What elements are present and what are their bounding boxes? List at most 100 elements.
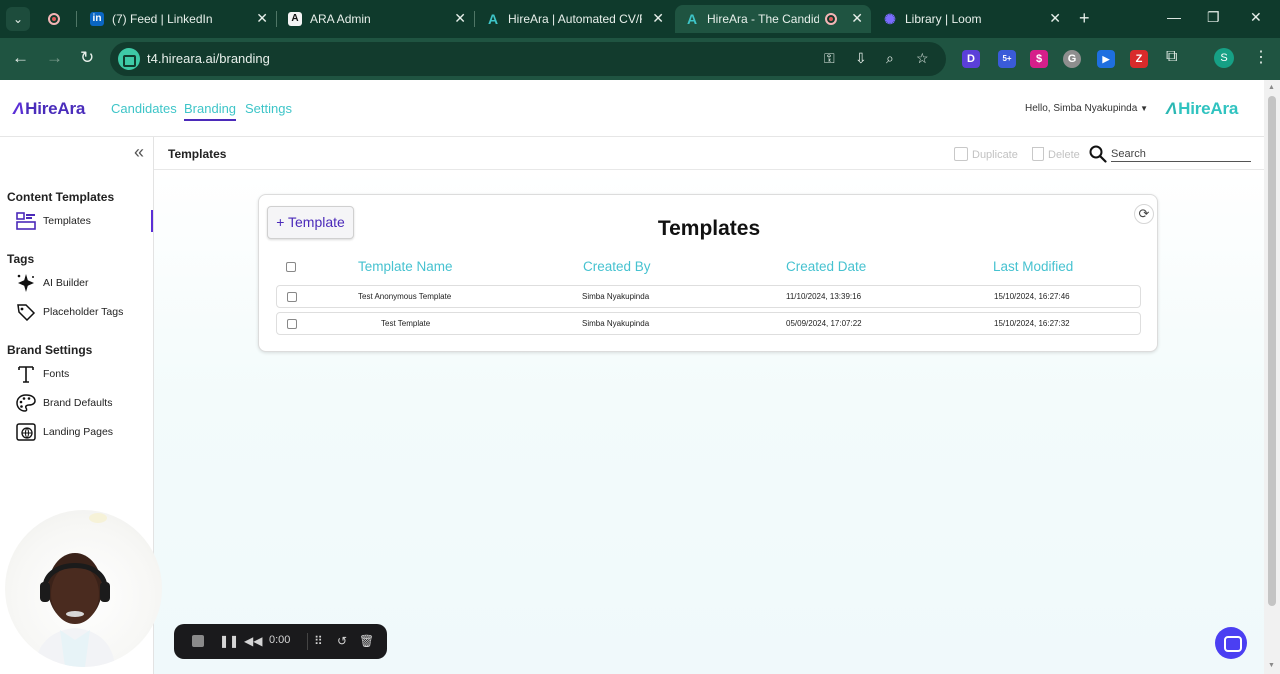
address-bar[interactable]: t4.hireara.ai/branding ⚿ ⇩ ⌕ ☆ bbox=[110, 42, 946, 76]
column-header-last-modified[interactable]: Last Modified bbox=[993, 259, 1073, 274]
sidebar-item-label: Templates bbox=[43, 215, 91, 227]
scroll-up-icon[interactable]: ▲ bbox=[1268, 84, 1275, 91]
sidebar-heading-tags: Tags bbox=[7, 252, 35, 266]
bookmark-star-icon[interactable]: ☆ bbox=[916, 50, 929, 67]
url-text[interactable]: t4.hireara.ai/branding bbox=[147, 51, 270, 66]
discard-trash-icon[interactable]: 🗑 bbox=[359, 634, 374, 648]
restore-icon[interactable]: ❐ bbox=[1207, 9, 1220, 26]
scroll-thumb[interactable] bbox=[1268, 96, 1276, 606]
sidebar-heading-brand-settings: Brand Settings bbox=[7, 343, 93, 357]
tab-title: HireAra | Automated CV/R bbox=[508, 12, 642, 26]
search-icon[interactable] bbox=[1089, 145, 1107, 163]
cell-created-by: Simba Nyakupinda bbox=[582, 292, 650, 301]
app-viewport: ΛHireAra Candidates Branding Settings He… bbox=[0, 80, 1264, 674]
stop-recording-icon[interactable] bbox=[192, 635, 204, 647]
extensions-puzzle-icon[interactable]: ⧉ bbox=[1166, 48, 1177, 66]
column-header-template-name[interactable]: Template Name bbox=[358, 259, 453, 274]
trash-icon bbox=[1032, 147, 1044, 161]
page-scrollbar[interactable]: ▲ ▼ bbox=[1264, 80, 1280, 674]
logo-text: HireAra bbox=[1178, 99, 1239, 118]
close-tab-icon[interactable]: ✕ bbox=[256, 10, 268, 27]
table-row[interactable]: Test Template Simba Nyakupinda 05/09/202… bbox=[276, 312, 1141, 335]
browser-menu-icon[interactable]: ⋮ bbox=[1253, 47, 1269, 67]
extension-z-icon[interactable]: Z bbox=[1130, 50, 1148, 68]
profile-avatar[interactable]: S bbox=[1214, 48, 1234, 68]
sidebar-item-ai-builder[interactable]: AI Builder bbox=[16, 272, 153, 294]
search-input[interactable] bbox=[1111, 146, 1251, 162]
refresh-icon[interactable]: ⟳ bbox=[1134, 204, 1154, 224]
tab-ara-admin[interactable]: A ARA Admin ✕ bbox=[278, 5, 474, 33]
divider bbox=[307, 633, 308, 650]
scroll-down-icon[interactable]: ▼ bbox=[1268, 662, 1275, 669]
hireara-logo[interactable]: ΛHireAra bbox=[13, 99, 85, 119]
extension-grammarly-icon[interactable]: G bbox=[1063, 50, 1081, 68]
tab-separator bbox=[474, 11, 475, 27]
sidebar-item-landing-pages[interactable]: Landing Pages bbox=[16, 421, 153, 443]
table-row[interactable]: Test Anonymous Template Simba Nyakupinda… bbox=[276, 285, 1141, 308]
nav-branding[interactable]: Branding bbox=[184, 101, 237, 121]
row-checkbox[interactable] bbox=[287, 319, 297, 329]
extension-badge-icon[interactable]: 5+ bbox=[998, 50, 1016, 68]
minimize-icon[interactable]: — bbox=[1167, 9, 1181, 25]
sidebar-item-templates[interactable]: Templates bbox=[16, 210, 153, 232]
sidebar-item-placeholder-tags[interactable]: Placeholder Tags bbox=[16, 301, 153, 323]
column-header-created-by[interactable]: Created By bbox=[583, 259, 651, 274]
close-tab-icon[interactable]: ✕ bbox=[454, 10, 466, 27]
loom-icon: ✺ bbox=[884, 11, 896, 27]
close-tab-icon[interactable]: ✕ bbox=[851, 10, 863, 27]
pause-icon[interactable]: ❚❚ bbox=[219, 634, 239, 648]
tab-separator bbox=[276, 11, 277, 27]
tab-search-button[interactable]: ⌄ bbox=[6, 7, 30, 31]
browser-tab-strip: ⌄ in (7) Feed | LinkedIn ✕ A ARA Admin ✕… bbox=[0, 0, 1280, 38]
user-menu[interactable]: Hello, Simba Nyakupinda ▼ bbox=[1025, 103, 1148, 114]
site-info-icon[interactable] bbox=[118, 48, 140, 70]
row-checkbox[interactable] bbox=[287, 292, 297, 302]
close-window-icon[interactable]: ✕ bbox=[1250, 9, 1262, 26]
new-tab-button[interactable]: + bbox=[1079, 8, 1090, 29]
tab-separator bbox=[76, 11, 77, 27]
extension-d-icon[interactable]: D bbox=[962, 50, 980, 68]
duplicate-label: Duplicate bbox=[972, 149, 1018, 161]
sidebar-item-brand-defaults[interactable]: Brand Defaults bbox=[16, 392, 153, 414]
reload-icon[interactable]: ↻ bbox=[80, 48, 94, 68]
support-chat-button[interactable] bbox=[1215, 627, 1247, 659]
close-tab-icon[interactable]: ✕ bbox=[652, 10, 664, 27]
webcam-bubble[interactable] bbox=[5, 510, 162, 667]
drag-handle-icon[interactable]: ⠿ bbox=[314, 634, 323, 648]
tab-linkedin[interactable]: in (7) Feed | LinkedIn ✕ bbox=[80, 5, 276, 33]
tab-hireara-candidate[interactable]: A HireAra - The Candidat ✕ bbox=[675, 5, 871, 33]
tab-loom-library[interactable]: ✺ Library | Loom ✕ bbox=[873, 5, 1069, 33]
extension-dollar-icon[interactable]: $ bbox=[1030, 50, 1048, 68]
restart-icon[interactable]: ↺ bbox=[337, 634, 347, 648]
sidebar-item-fonts[interactable]: Fonts bbox=[16, 363, 153, 385]
back-icon[interactable]: ← bbox=[12, 48, 29, 68]
sidebar-item-label: Landing Pages bbox=[43, 426, 114, 438]
templates-card: + Template Templates ⟳ Template Name Cre… bbox=[258, 194, 1158, 352]
close-tab-icon[interactable]: ✕ bbox=[1049, 10, 1061, 27]
hireara-mark-icon: Λ bbox=[1166, 99, 1178, 118]
recording-icon bbox=[48, 13, 60, 25]
nav-settings[interactable]: Settings bbox=[245, 101, 292, 116]
cell-last-modified: 15/10/2024, 16:27:46 bbox=[994, 292, 1070, 301]
zoom-icon[interactable]: ⌕ bbox=[886, 50, 894, 67]
cell-last-modified: 15/10/2024, 16:27:32 bbox=[994, 319, 1070, 328]
palette-icon bbox=[16, 394, 36, 412]
select-all-checkbox[interactable] bbox=[286, 262, 296, 272]
install-app-icon[interactable]: ⇩ bbox=[855, 50, 867, 67]
tab-recording[interactable] bbox=[36, 5, 72, 33]
rewind-icon[interactable]: ◀◀ bbox=[244, 634, 262, 648]
recording-icon bbox=[825, 13, 837, 25]
cell-created-date: 11/10/2024, 13:39:16 bbox=[786, 292, 862, 301]
tab-title: Library | Loom bbox=[905, 12, 982, 26]
nav-candidates[interactable]: Candidates bbox=[111, 101, 177, 116]
linkedin-icon: in bbox=[90, 12, 104, 26]
collapse-sidebar-icon[interactable]: « bbox=[134, 142, 144, 163]
delete-button[interactable]: Delete bbox=[1032, 147, 1080, 161]
forward-icon[interactable]: → bbox=[46, 48, 63, 68]
extension-play-icon[interactable]: ▶ bbox=[1097, 50, 1115, 68]
column-header-created-date[interactable]: Created Date bbox=[786, 259, 866, 274]
password-key-icon[interactable]: ⚿ bbox=[824, 50, 835, 67]
duplicate-button[interactable]: Duplicate bbox=[954, 147, 1018, 161]
caret-down-icon: ▼ bbox=[1140, 104, 1148, 113]
tab-hireara-automated[interactable]: A HireAra | Automated CV/R ✕ bbox=[476, 5, 672, 33]
